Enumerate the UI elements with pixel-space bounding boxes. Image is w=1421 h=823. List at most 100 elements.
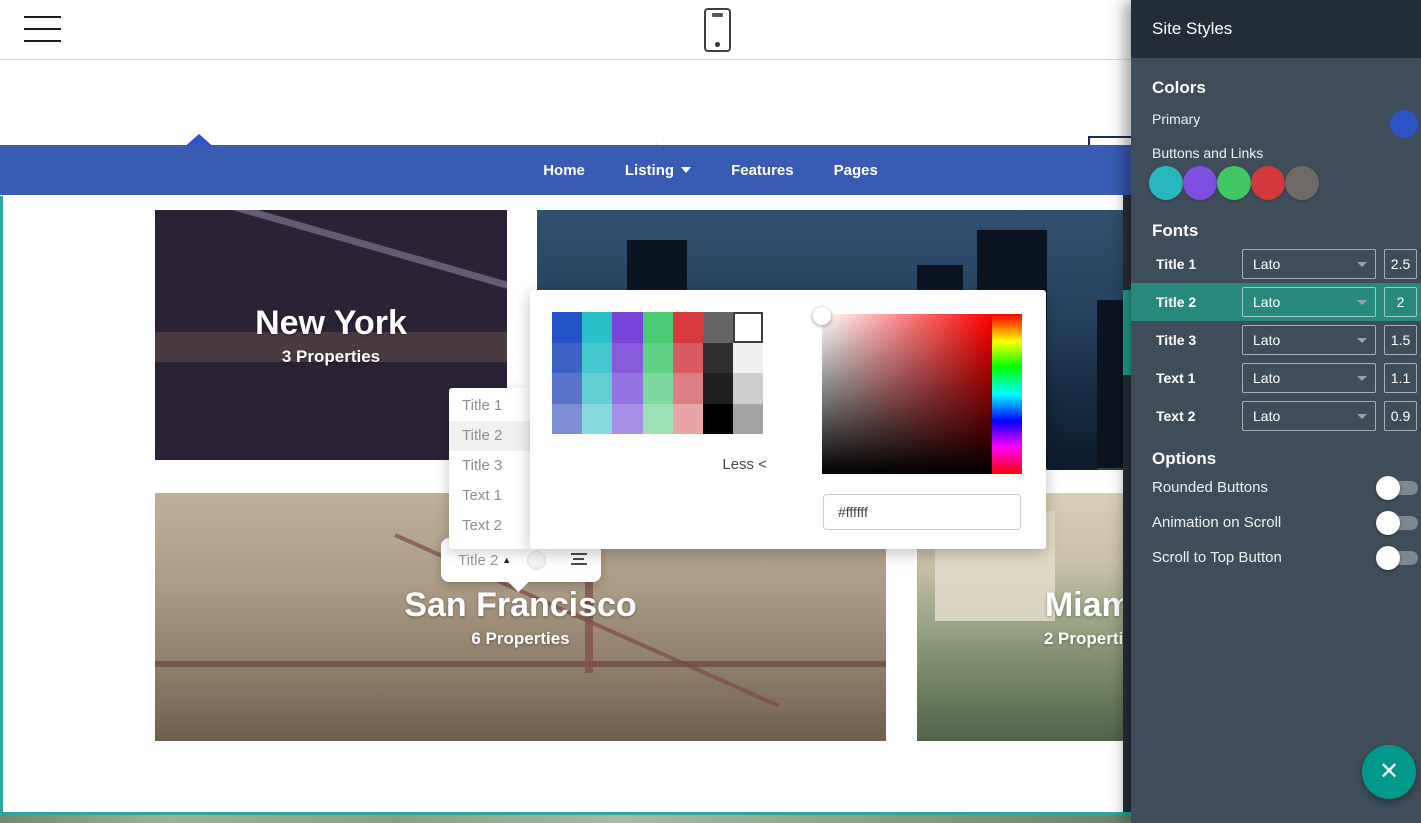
font-family-select[interactable]: Lato (1242, 287, 1376, 317)
fonts-section-title: Fonts (1152, 221, 1198, 241)
color-swatch[interactable] (703, 343, 733, 374)
align-center-icon[interactable] (570, 553, 587, 568)
hamburger-menu-icon[interactable] (24, 15, 61, 42)
builder-topbar (0, 0, 1131, 60)
font-row-title3: Title 3 Lato 1.5 (1131, 321, 1421, 359)
chevron-down-icon (1357, 300, 1367, 305)
saturation-handle[interactable] (813, 307, 831, 325)
color-swatch[interactable] (612, 373, 642, 404)
chevron-down-icon (1357, 414, 1367, 419)
color-swatch[interactable] (582, 404, 612, 435)
font-size-field[interactable]: 1.1 (1384, 363, 1417, 393)
caret-up-icon[interactable]: ▲ (502, 555, 511, 565)
color-swatch[interactable] (733, 343, 763, 374)
hex-color-input[interactable] (823, 494, 1021, 530)
font-family-select[interactable]: Lato (1242, 325, 1376, 355)
menu-item-title2[interactable]: Title 2 (449, 421, 531, 451)
color-swatch[interactable] (703, 404, 733, 435)
font-size-field[interactable]: 2 (1384, 287, 1417, 317)
color-swatch[interactable] (673, 404, 703, 435)
toggle-rounded-buttons[interactable] (1376, 476, 1418, 500)
button-color-red[interactable] (1251, 166, 1285, 200)
color-swatch[interactable] (643, 404, 673, 435)
font-size-field[interactable]: 2.5 (1384, 249, 1417, 279)
color-swatch[interactable] (612, 312, 642, 343)
panel-title: Site Styles (1152, 0, 1232, 58)
toggle-scroll-to-top[interactable] (1376, 546, 1418, 570)
nav-item-listing[interactable]: Listing (625, 162, 691, 179)
font-family-select[interactable]: Lato (1242, 249, 1376, 279)
color-swatch[interactable] (582, 373, 612, 404)
next-section-strip (0, 815, 1131, 823)
menu-item-text1[interactable]: Text 1 (449, 481, 531, 511)
nav-item-home[interactable]: Home (543, 162, 585, 179)
color-swatch-selected[interactable] (733, 312, 763, 343)
color-swatch[interactable] (582, 343, 612, 374)
primary-color-label: Primary (1152, 111, 1200, 127)
option-scroll-to-top: Scroll to Top Button (1152, 549, 1282, 566)
color-swatch[interactable] (612, 404, 642, 435)
buttons-links-label: Buttons and Links (1152, 145, 1263, 161)
color-swatch[interactable] (643, 312, 673, 343)
color-swatch[interactable] (582, 312, 612, 343)
color-swatch[interactable] (552, 373, 582, 404)
mobile-view-icon[interactable] (704, 8, 731, 52)
color-swatch[interactable] (673, 343, 703, 374)
panel-header: Site Styles (1131, 0, 1421, 58)
color-swatch[interactable] (643, 343, 673, 374)
color-swatch[interactable] (733, 404, 763, 435)
font-row-text2: Text 2 Lato 0.9 (1131, 397, 1421, 435)
site-styles-panel: Site Styles Colors Primary Buttons and L… (1131, 0, 1421, 823)
font-row-text1: Text 1 Lato 1.1 (1131, 359, 1421, 397)
text-style-dropdown[interactable]: Title 2 (458, 552, 498, 569)
font-row-title1: Title 1 Lato 2.5 (1131, 245, 1421, 283)
site-preview: RealtyM4 + (123) 1800-567-8990 + (123) 1… (0, 0, 1131, 823)
color-swatch[interactable] (552, 312, 582, 343)
color-swatch[interactable] (552, 404, 582, 435)
color-swatch[interactable] (673, 373, 703, 404)
button-color-teal[interactable] (1149, 166, 1183, 200)
nav-item-pages[interactable]: Pages (834, 162, 878, 179)
text-color-swatch[interactable] (527, 551, 546, 570)
color-swatch[interactable] (673, 312, 703, 343)
chevron-down-icon (1357, 262, 1367, 267)
primary-color-picker[interactable] (1390, 110, 1418, 138)
color-swatch[interactable] (643, 373, 673, 404)
text-style-menu: Title 1 Title 2 Title 3 Text 1 Text 2 (449, 388, 531, 549)
font-family-select[interactable]: Lato (1242, 363, 1376, 393)
button-color-gray[interactable] (1285, 166, 1319, 200)
card-city-title: San Francisco (404, 586, 636, 625)
button-color-green[interactable] (1217, 166, 1251, 200)
close-panel-button[interactable]: ✕ (1362, 745, 1416, 799)
menu-item-text2[interactable]: Text 2 (449, 511, 531, 541)
font-family-select[interactable]: Lato (1242, 401, 1376, 431)
option-rounded-buttons: Rounded Buttons (1152, 479, 1268, 496)
color-picker-popup: Less < (530, 290, 1046, 549)
preview-scrollbar-track (1123, 195, 1131, 812)
color-swatch[interactable] (552, 343, 582, 374)
button-color-row (1149, 166, 1319, 200)
font-size-field[interactable]: 0.9 (1384, 401, 1417, 431)
color-swatch[interactable] (703, 373, 733, 404)
toggle-animation-on-scroll[interactable] (1376, 511, 1418, 535)
main-nav: Home Listing Features Pages (0, 145, 1131, 195)
card-properties-count: 6 Properties (471, 629, 569, 649)
color-swatch[interactable] (733, 373, 763, 404)
menu-item-title3[interactable]: Title 3 (449, 451, 531, 481)
site-header: RealtyM4 + (123) 1800-567-8990 + (123) 1… (0, 61, 1131, 145)
button-color-purple[interactable] (1183, 166, 1217, 200)
less-options-link[interactable]: Less < (660, 456, 767, 473)
hue-slider[interactable] (992, 314, 1022, 474)
font-size-field[interactable]: 1.5 (1384, 325, 1417, 355)
card-city-title: Miami (1045, 586, 1131, 625)
font-row-title2-selected: Title 2 Lato 2 (1131, 283, 1421, 321)
color-swatch[interactable] (612, 343, 642, 374)
nav-item-features[interactable]: Features (731, 162, 794, 179)
selected-section-edge (0, 196, 3, 812)
color-swatch[interactable] (703, 312, 733, 343)
color-swatch-grid (552, 312, 763, 434)
menu-item-title1[interactable]: Title 1 (449, 391, 531, 421)
saturation-picker[interactable] (822, 314, 992, 474)
preview-scrollbar-thumb[interactable] (1123, 290, 1131, 375)
close-icon: ✕ (1379, 760, 1399, 784)
